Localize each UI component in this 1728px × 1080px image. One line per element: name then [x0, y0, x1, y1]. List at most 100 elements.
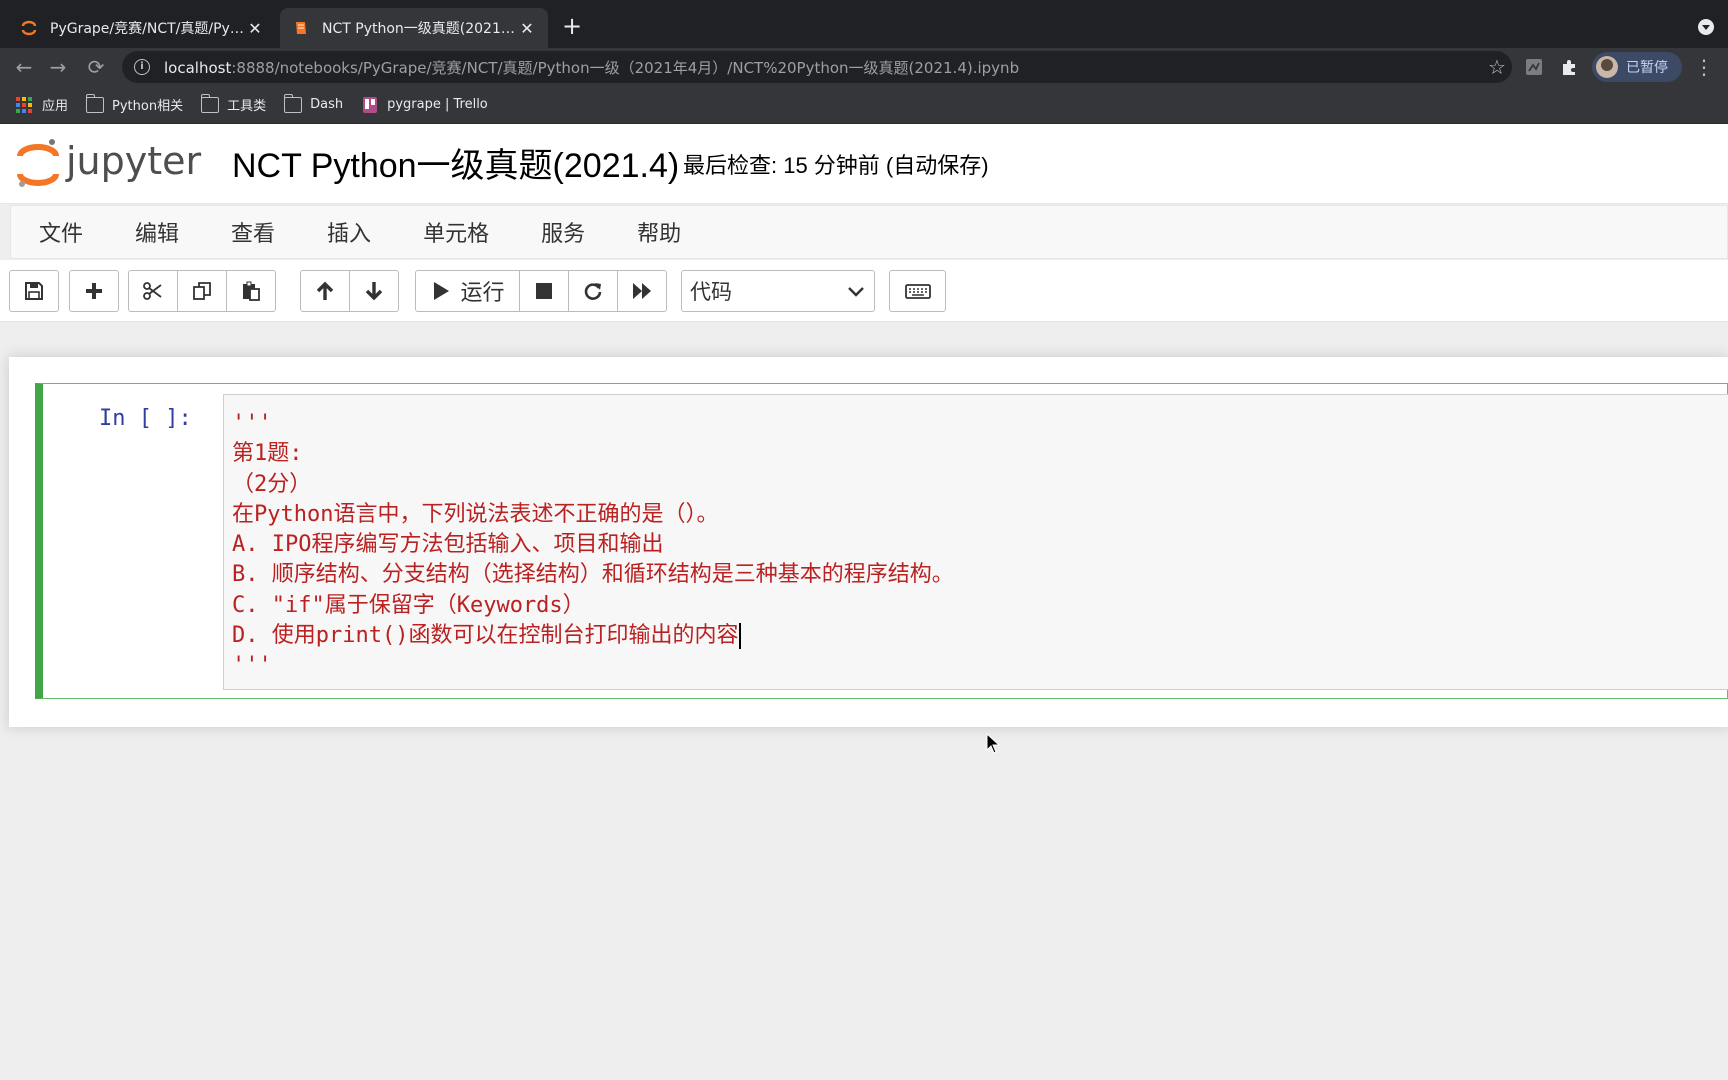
- notebook-title[interactable]: NCT Python一级真题(2021.4): [232, 138, 679, 187]
- profile-status: 已暂停: [1626, 60, 1668, 76]
- save-button[interactable]: [9, 270, 59, 312]
- bookmark-apps[interactable]: 应用: [16, 95, 68, 114]
- bookmark-label: 应用: [42, 99, 69, 114]
- notebook-page: In [ ]: ''' 第1题: （2分） 在Python语言中，下列说法表述不…: [9, 357, 1728, 727]
- arrow-up-icon: [316, 281, 334, 300]
- profile-button[interactable]: 已暂停: [1592, 52, 1682, 82]
- menu-insert[interactable]: 插入: [299, 216, 395, 248]
- bookmark-label: pygrape | Trello: [387, 97, 488, 112]
- new-tab-button[interactable]: +: [560, 14, 584, 38]
- jupyter-logo-icon[interactable]: jupyter: [16, 134, 206, 192]
- restart-icon: [584, 283, 602, 300]
- reload-icon[interactable]: ⟳: [82, 53, 110, 81]
- interrupt-button[interactable]: [519, 270, 569, 312]
- code-line: C. "if"属于保留字（Keywords）: [232, 592, 585, 618]
- puzzle-extensions-icon[interactable]: [1560, 57, 1580, 77]
- bookmark-dash[interactable]: Dash: [283, 93, 343, 113]
- browser-toolbar: ← → ⟳ i localhost:8888/notebooks/PyGrape…: [0, 48, 1728, 86]
- code-line: ''': [232, 411, 272, 436]
- browser-tab-strip: PyGrape/竞赛/NCT/真题/Python ✕ NCT Python一级真…: [0, 0, 1728, 48]
- move-down-button[interactable]: [349, 270, 399, 312]
- close-icon[interactable]: ✕: [246, 19, 264, 38]
- bookmark-label: Python相关: [112, 99, 184, 114]
- jupyter-header: jupyter NCT Python一级真题(2021.4) 最后检查: 15 …: [0, 124, 1728, 204]
- apps-grid-icon: [16, 96, 34, 113]
- menu-file[interactable]: 文件: [11, 216, 107, 248]
- code-cell[interactable]: In [ ]: ''' 第1题: （2分） 在Python语言中，下列说法表述不…: [35, 383, 1728, 699]
- svg-text:jupyter: jupyter: [65, 139, 202, 183]
- jupyter-favicon-icon: [21, 20, 37, 36]
- keyboard-icon: [904, 284, 931, 299]
- keyboard-group: [889, 270, 946, 312]
- copy-icon: [193, 282, 211, 300]
- tab-search-icon[interactable]: [1698, 19, 1714, 35]
- cell-type-value: 代码: [690, 280, 732, 304]
- trello-icon: [363, 96, 378, 113]
- code-line-with-caret: D. 使用print()函数可以在控制台打印输出的内容: [232, 621, 1724, 651]
- run-label: 运行: [460, 281, 505, 306]
- command-palette-button[interactable]: [889, 270, 946, 312]
- menu-edit[interactable]: 编辑: [107, 216, 203, 248]
- code-line-text: D. 使用print()函数可以在控制台打印输出的内容: [232, 623, 739, 649]
- back-arrow-icon[interactable]: ←: [10, 53, 38, 81]
- folder-icon: [200, 93, 220, 113]
- notebook-favicon-icon: [296, 22, 306, 34]
- code-editor[interactable]: ''' 第1题: （2分） 在Python语言中，下列说法表述不正确的是（）。 …: [223, 394, 1728, 690]
- save-icon: [25, 282, 43, 300]
- text-caret: [739, 623, 742, 650]
- bookmark-trello[interactable]: pygrape | Trello: [361, 96, 488, 113]
- paste-icon: [243, 281, 260, 301]
- menu-kernel[interactable]: 服务: [513, 216, 609, 248]
- cell-type-select[interactable]: 代码: [681, 270, 875, 312]
- move-group: [300, 270, 399, 312]
- close-icon[interactable]: ✕: [518, 19, 536, 38]
- move-up-button[interactable]: [300, 270, 350, 312]
- menu-cell[interactable]: 单元格: [395, 216, 513, 248]
- checkpoint-status: 最后检查: 15 分钟前 (自动保存): [683, 153, 989, 178]
- bookmarks-bar: 应用 Python相关 工具类 Dash pygrape | Trello: [0, 86, 1728, 124]
- plus-icon: [86, 283, 102, 299]
- mouse-pointer-icon: [986, 733, 1000, 754]
- code-line: A. IPO程序编写方法包括输入、项目和输出: [232, 532, 664, 558]
- address-bar[interactable]: i localhost:8888/notebooks/PyGrape/竞赛/NC…: [122, 51, 1512, 83]
- code-line: ''': [232, 653, 272, 679]
- cut-button[interactable]: [128, 270, 178, 312]
- code-line: 第1题:: [232, 441, 303, 467]
- folder-icon: [283, 93, 303, 113]
- chevron-down-icon: [848, 287, 864, 297]
- browser-tab-pygrape[interactable]: PyGrape/竞赛/NCT/真题/Python ✕: [8, 8, 276, 48]
- code-line: B. 顺序结构、分支结构（选择结构）和循环结构是三种基本的程序结构。: [232, 562, 954, 588]
- input-prompt: In [ ]:: [99, 406, 192, 431]
- notebook-container: In [ ]: ''' 第1题: （2分） 在Python语言中，下列说法表述不…: [0, 323, 1728, 1080]
- avatar: [1596, 56, 1618, 78]
- browser-tab-notebook[interactable]: NCT Python一级真题(2021.4) - ✕: [280, 8, 548, 48]
- bookmark-python[interactable]: Python相关: [85, 93, 184, 114]
- forward-arrow-icon[interactable]: →: [44, 53, 72, 81]
- restart-run-all-button[interactable]: [617, 270, 667, 312]
- edit-group: [128, 270, 276, 312]
- tab-title: PyGrape/竞赛/NCT/真题/Python: [50, 21, 246, 37]
- menu-help[interactable]: 帮助: [609, 216, 705, 248]
- run-group: 运行: [415, 270, 667, 312]
- play-icon: [434, 282, 450, 300]
- url-text[interactable]: localhost:8888/notebooks/PyGrape/竞赛/NCT/…: [164, 57, 1482, 78]
- copy-button[interactable]: [177, 270, 227, 312]
- bookmark-tools[interactable]: 工具类: [200, 93, 266, 114]
- fast-forward-icon: [633, 283, 651, 299]
- paste-button[interactable]: [226, 270, 276, 312]
- run-button[interactable]: 运行: [415, 270, 520, 312]
- menu-view[interactable]: 查看: [203, 216, 299, 248]
- scissors-icon: [143, 282, 162, 300]
- site-info-icon[interactable]: i: [134, 59, 150, 75]
- bookmark-star-icon[interactable]: ☆: [1482, 55, 1512, 79]
- insert-cell-button[interactable]: [69, 270, 119, 312]
- folder-icon: [85, 93, 105, 113]
- notebook-menubar: 文件 编辑 查看 插入 单元格 服务 帮助: [10, 205, 1728, 259]
- insert-group: [69, 270, 119, 312]
- arrow-down-icon: [365, 282, 383, 301]
- more-menu-icon[interactable]: ⋮: [1694, 54, 1714, 80]
- code-line: 在Python语言中，下列说法表述不正确的是（）。: [232, 501, 719, 527]
- extension-icon[interactable]: [1524, 57, 1544, 77]
- notebook-toolbar: 运行 代码: [0, 260, 1728, 322]
- restart-button[interactable]: [568, 270, 618, 312]
